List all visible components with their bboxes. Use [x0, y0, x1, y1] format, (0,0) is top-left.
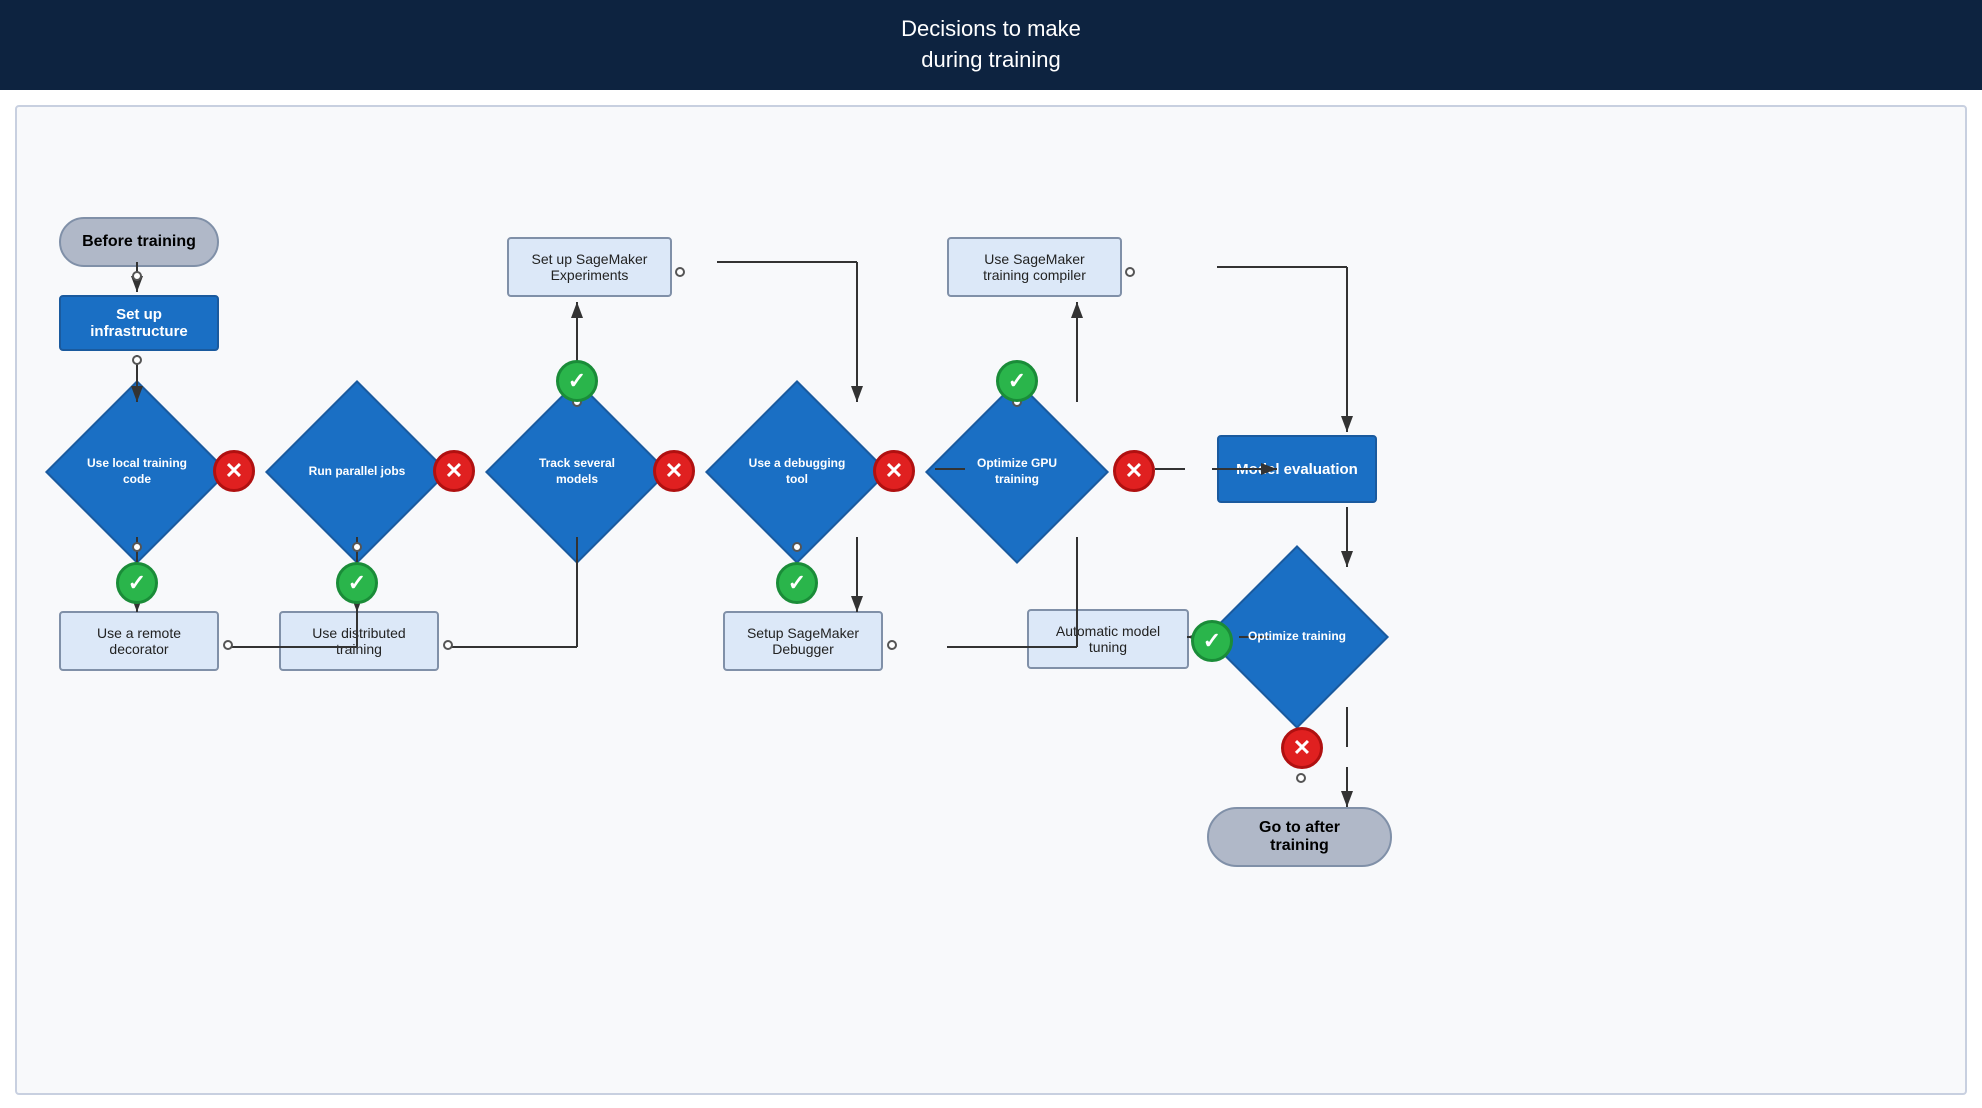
check-track-models: ✓	[556, 360, 598, 402]
use-local-training-code-diamond: Use local training code	[67, 402, 207, 542]
before-training-node: Before training	[59, 217, 219, 267]
automatic-model-tuning-node: Automatic model tuning	[1027, 609, 1189, 669]
use-remote-decorator-node: Use a remote decorator	[59, 611, 219, 671]
run-parallel-jobs-diamond: Run parallel jobs	[287, 402, 427, 542]
track-several-models-diamond: Track several models	[507, 402, 647, 542]
x-local-training: ✕	[213, 450, 255, 492]
check-debugging-tool: ✓	[776, 562, 818, 604]
header: Decisions to make during training	[0, 0, 1982, 90]
set-up-infrastructure-node: Set up infrastructure	[59, 295, 219, 351]
check-optimize-training: ✓	[1191, 620, 1233, 662]
check-parallel-jobs: ✓	[336, 562, 378, 604]
use-debugging-tool-diamond: Use a debugging tool	[727, 402, 867, 542]
x-parallel-jobs: ✕	[433, 450, 475, 492]
optimize-gpu-training-diamond: Optimize GPU training	[947, 402, 1087, 542]
x-optimize-training: ✕	[1281, 727, 1323, 769]
check-local-training: ✓	[116, 562, 158, 604]
x-debugging-tool: ✕	[873, 450, 915, 492]
x-track-models: ✕	[653, 450, 695, 492]
setup-sagemaker-debugger-node: Setup SageMaker Debugger	[723, 611, 883, 671]
use-sagemaker-compiler-node: Use SageMaker training compiler	[947, 237, 1122, 297]
model-evaluation-node: Model evaluation	[1217, 435, 1377, 503]
diagram-area: Before training Set up infrastructure Us…	[15, 105, 1967, 1095]
use-distributed-training-node: Use distributed training	[279, 611, 439, 671]
optimize-training-diamond: Optimize training	[1227, 567, 1367, 707]
set-up-sagemaker-experiments-node: Set up SageMaker Experiments	[507, 237, 672, 297]
go-to-after-training-node: Go to after training	[1207, 807, 1392, 867]
x-optimize-gpu: ✕	[1113, 450, 1155, 492]
check-optimize-gpu: ✓	[996, 360, 1038, 402]
